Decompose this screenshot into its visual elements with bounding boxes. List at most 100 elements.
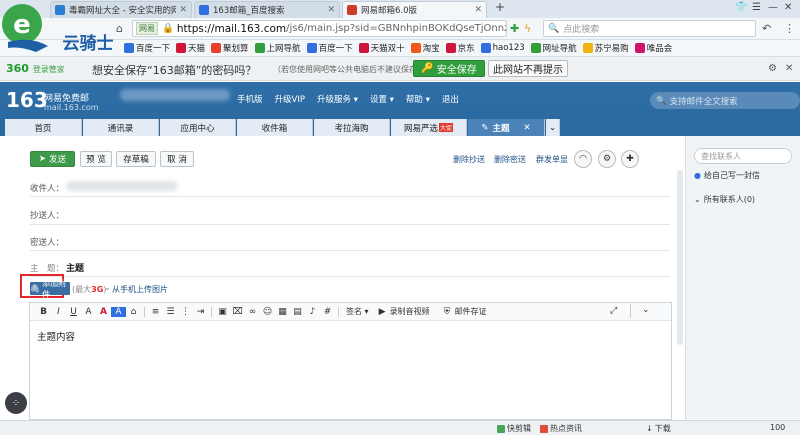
browser-tab-baidu[interactable]: 163邮箱_百度搜索 ✕ [194,1,340,18]
tab-more-chevron[interactable]: ⌄ [546,119,560,136]
gear-icon[interactable]: ⚙ [598,150,616,168]
emoji-icon[interactable]: ☺ [260,307,275,317]
link-upgrade-vip[interactable]: 升级VIP [275,93,305,105]
close-icon[interactable]: ✕ [179,5,187,15]
bookmark-url-nav[interactable]: 网址导航 [530,42,577,54]
zoom-level[interactable]: 100 [770,423,785,432]
lightning-icon[interactable]: ϟ [524,22,531,35]
record-video-button[interactable]: 录制音视频 [390,306,430,317]
undo-icon[interactable]: ↶ [762,22,771,35]
contact-search-input[interactable]: 查找联系人 [694,148,792,164]
bookmark-jd[interactable]: 京东 [445,42,475,54]
browser-tab-163mail[interactable]: 网易邮箱6.0版 ✕ [342,1,487,18]
link-mobile[interactable]: 手机版 [237,93,263,105]
cc-field[interactable] [66,207,666,221]
close-icon[interactable]: ✕ [474,5,482,15]
delete-cc-link[interactable]: 删除抄送 [453,154,485,165]
write-self-link[interactable]: ● 给自己写一封信 [694,170,760,181]
chevron-down-icon[interactable]: ⌄ [642,305,650,315]
tab-kaola[interactable]: 考拉海购 [314,119,390,136]
compose-scrollbar[interactable] [677,170,683,345]
screenshot-icon[interactable]: ⌧ [230,307,245,317]
app-grid-icon[interactable]: ⁘ [5,392,27,414]
close-icon[interactable]: ✕ [524,123,531,133]
bookmark-baidu[interactable]: 百度一下 [124,42,170,54]
bookmark-hao123[interactable]: hao123 [480,43,525,53]
mail-body[interactable]: 主题内容 [37,329,75,343]
mobile-upload-link[interactable]: 从手机上传图片 [112,284,168,295]
link-upgrade-service[interactable]: 升级服务 ▾ [317,93,358,105]
highlight-icon[interactable]: ⌂ [126,307,141,317]
url-field[interactable]: 网易 🔒 https://mail.163.com /js6/main.jsp?… [132,20,507,37]
rainbow-icon[interactable]: ◠ [574,150,592,168]
bookmark-vip[interactable]: 唯品会 [634,42,672,54]
tab-app-center[interactable]: 应用中心 [160,119,236,136]
link-help[interactable]: 帮助 ▾ [406,93,430,105]
image-icon[interactable]: ▣ [215,307,230,317]
bookmark-suning[interactable]: 苏宁易购 [582,42,629,54]
gear-icon[interactable]: ⚙ [768,63,777,74]
bg-color-icon[interactable]: A [111,306,126,317]
menu-icon[interactable]: ☰ [752,2,761,13]
tab-compose-subject[interactable]: ✎ 主题 ✕ [468,119,545,136]
bookmark-tmall-double11[interactable]: 天猫双十 [358,42,405,54]
tab-contacts[interactable]: 通讯录 [83,119,159,136]
link-logout[interactable]: 退出 [442,93,459,105]
tab-yanxuan[interactable]: 网易严选 大促 [391,119,467,136]
link-icon[interactable]: ∞ [245,307,260,317]
list-icon[interactable]: ☰ [163,307,178,317]
microphone-icon[interactable]: ♪ [305,307,320,317]
save-draft-button[interactable]: 存草稿 [116,151,156,167]
shirt-icon[interactable]: 👕 [735,2,747,13]
font-color-icon[interactable]: A [96,307,111,317]
add-user-icon[interactable]: ✚ [621,150,639,168]
code-icon[interactable]: # [320,307,335,317]
close-window-icon[interactable]: ✕ [784,2,792,13]
numbered-list-icon[interactable]: ⋮ [178,307,193,317]
never-prompt-button[interactable]: 此网站不再提示 [488,60,568,77]
align-icon[interactable]: ≡ [148,307,163,317]
shield-icon[interactable]: ✚ [510,22,519,35]
preview-button[interactable]: 预 览 [80,151,112,167]
delete-bcc-link[interactable]: 删除密送 [494,154,526,165]
close-icon[interactable]: ✕ [327,5,335,15]
shield-icon[interactable]: ⛨ [440,307,455,317]
italic-icon[interactable]: I [51,307,66,317]
more-icon[interactable]: ⋮ [784,22,795,35]
expand-icon[interactable]: ⤢ [610,306,617,316]
mail-search-input[interactable]: 🔍 支持邮件全文搜索 [650,92,800,109]
search-input[interactable]: 🔍 点此搜索 [543,20,756,37]
underline-icon[interactable]: U [66,307,81,317]
font-size-icon[interactable]: A [81,307,96,317]
table-icon[interactable]: ▦ [275,307,290,317]
minimize-icon[interactable]: — [768,2,778,13]
template-icon[interactable]: ▤ [290,307,305,317]
bookmark-juhuasuan[interactable]: 聚划算 [211,42,249,54]
bookmark-baidu-2[interactable]: 百度一下 [306,42,353,54]
group-send-link[interactable]: 群发单显 [536,154,568,165]
cancel-button[interactable]: 取 消 [160,151,194,167]
hot-news[interactable]: 热点资讯 [540,423,582,434]
quick-clip[interactable]: 快剪辑 [497,423,531,434]
safe-save-button[interactable]: 🔑 安全保存 [413,60,485,77]
bookmark-taobao[interactable]: 淘宝 [410,42,440,54]
send-button[interactable]: ➤ 发送 [30,151,75,167]
mail-proof-button[interactable]: 邮件存证 [455,306,487,317]
bold-icon[interactable]: B [36,307,51,317]
indent-icon[interactable]: ⇥ [193,307,208,317]
bookmark-tmall[interactable]: 天猫 [176,42,205,54]
link-settings[interactable]: 设置 ▾ [370,93,394,105]
close-icon[interactable]: ✕ [785,63,793,74]
tab-home[interactable]: 首页 [5,119,82,136]
new-tab-button[interactable]: + [495,0,505,14]
video-icon[interactable]: ▶ [375,307,390,317]
bcc-field[interactable] [66,234,666,248]
chevron-down-icon[interactable]: ⌄ [104,283,111,292]
download[interactable]: ↓ 下载 [646,423,671,434]
all-contacts-group[interactable]: ⌄ 所有联系人(0) [694,194,755,205]
add-attachment-button[interactable]: 🖇 添加附件 [30,279,70,299]
subject-field[interactable]: 主题 [66,261,84,274]
tab-inbox[interactable]: 收件箱 [237,119,313,136]
bookmark-nav[interactable]: 上网导航 [254,42,301,54]
signature-dropdown[interactable]: 签名 ▾ [346,306,369,317]
